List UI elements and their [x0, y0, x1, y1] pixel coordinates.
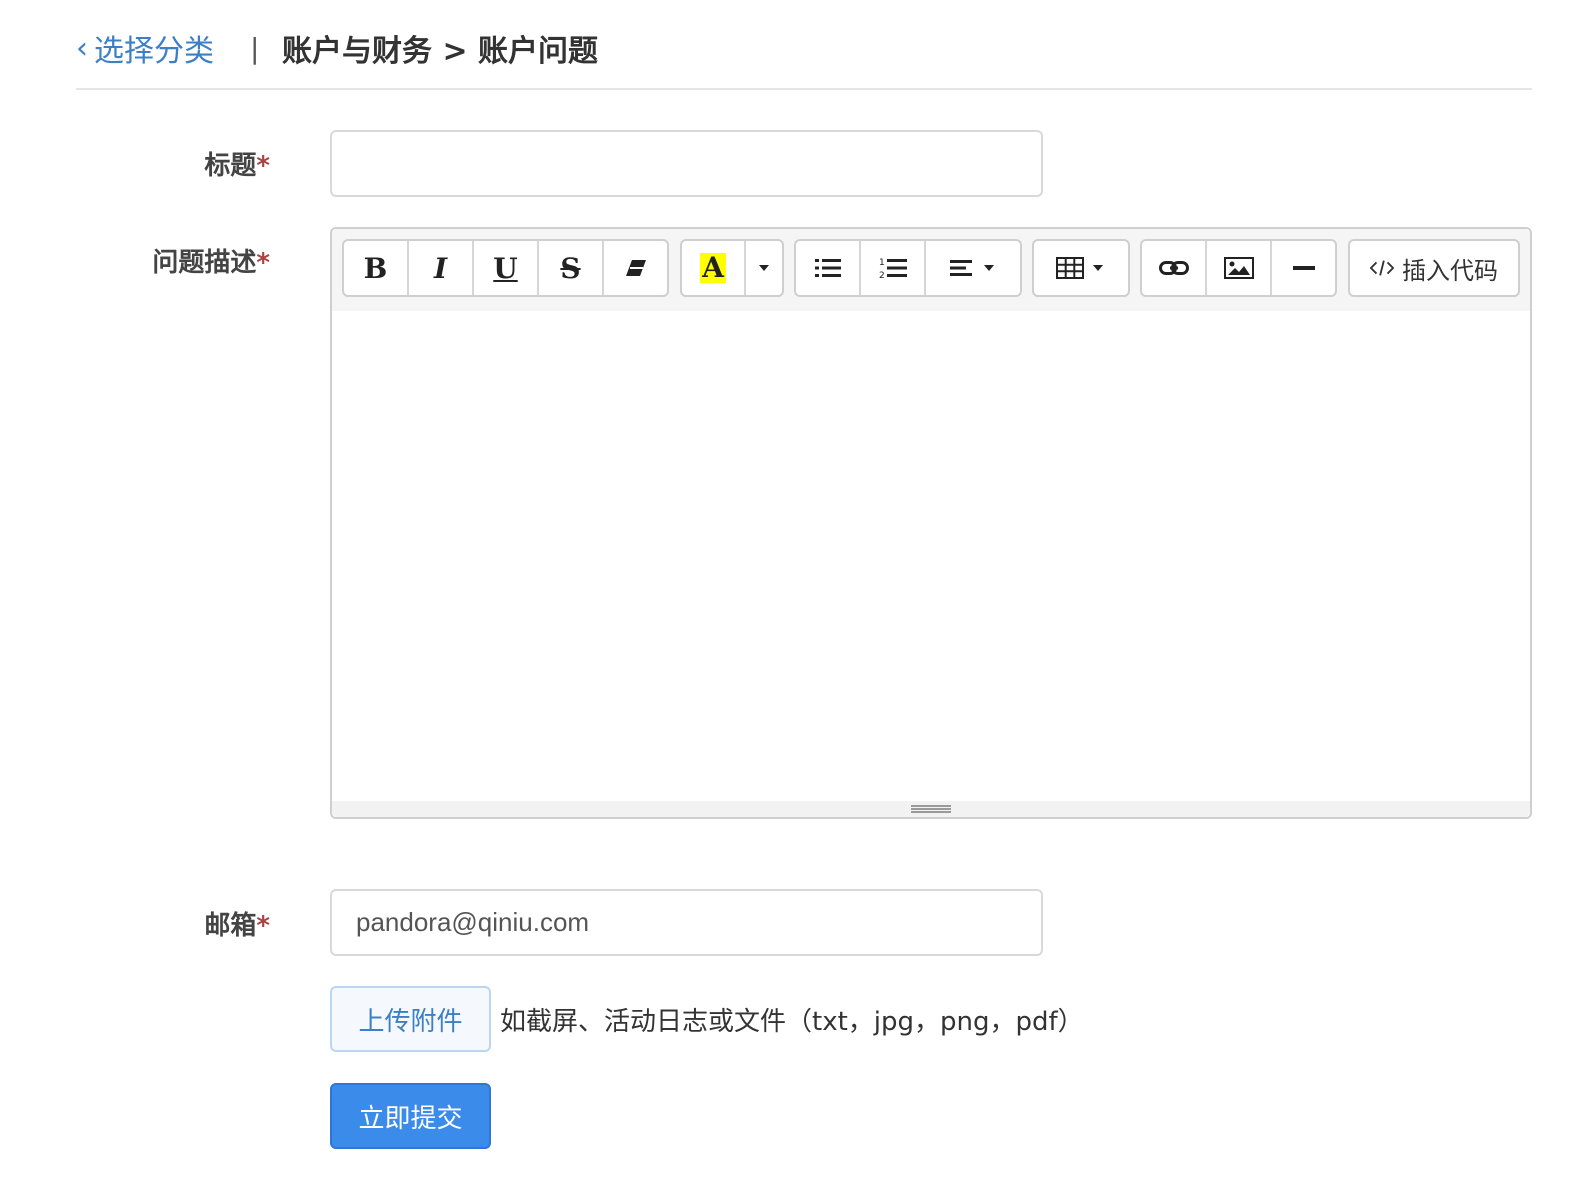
underline-button[interactable]: U	[474, 241, 539, 295]
svg-text:2: 2	[879, 271, 885, 280]
upload-hint-text: 如截屏、活动日志或文件（txt，jpg，png，pdf）	[500, 1006, 1084, 1037]
resize-grip-icon	[911, 805, 951, 813]
bold-button[interactable]: B	[344, 241, 409, 295]
numbered-list-button[interactable]: 1 2	[861, 241, 926, 295]
ordered-list-icon: 1 2	[879, 258, 907, 280]
table-icon	[1056, 257, 1103, 279]
insert-code-button[interactable]: 插入代码	[1350, 241, 1518, 295]
image-icon	[1223, 257, 1254, 279]
link-icon	[1158, 261, 1189, 275]
table-button-group	[1032, 239, 1130, 297]
color-dropdown-button[interactable]	[746, 241, 782, 295]
required-mark: *	[256, 911, 270, 941]
upload-attachment-button[interactable]: 上传附件	[330, 986, 491, 1052]
unordered-list-icon	[814, 259, 841, 277]
italic-icon: I	[433, 251, 448, 285]
description-label: 问题描述*	[70, 242, 270, 279]
bold-icon: B	[363, 251, 388, 285]
title-input[interactable]	[330, 130, 1043, 197]
breadcrumb: 账户与财务 > 账户问题	[282, 34, 599, 69]
caret-down-icon	[759, 265, 769, 271]
align-button[interactable]	[926, 241, 1020, 295]
header-divider	[76, 88, 1532, 90]
align-left-icon	[950, 260, 994, 276]
strikethrough-icon: S	[560, 251, 581, 285]
email-label: 邮箱*	[70, 905, 270, 942]
strikethrough-button[interactable]: S	[539, 241, 604, 295]
chevron-left-icon: ‹	[76, 30, 88, 66]
color-button-group: A	[680, 239, 784, 297]
highlight-color-button[interactable]: A	[682, 241, 746, 295]
back-to-category-link[interactable]: ‹ 选择分类	[76, 26, 214, 70]
eraser-icon	[625, 260, 646, 276]
editor-content-area[interactable]	[332, 311, 1530, 801]
underline-icon: U	[493, 251, 518, 285]
insert-code-label: 插入代码	[1402, 256, 1498, 285]
minus-icon	[1292, 266, 1315, 270]
submit-button[interactable]: 立即提交	[330, 1083, 491, 1149]
title-label: 标题*	[70, 145, 270, 182]
email-input[interactable]	[330, 889, 1043, 956]
insert-button-group	[1140, 239, 1337, 297]
description-label-text: 问题描述	[152, 248, 257, 278]
image-button[interactable]	[1207, 241, 1272, 295]
code-button-group: 插入代码	[1348, 239, 1520, 297]
email-label-text: 邮箱	[204, 911, 257, 941]
required-mark: *	[256, 248, 270, 278]
rich-text-editor: B I U S A 1 2 插入代码	[330, 227, 1532, 819]
code-icon	[1370, 260, 1394, 276]
editor-toolbar: B I U S A 1 2 插入代码	[332, 229, 1530, 313]
title-label-text: 标题	[204, 151, 257, 181]
breadcrumb-separator: |	[250, 31, 260, 65]
svg-text:1: 1	[879, 258, 885, 268]
editor-resize-handle[interactable]	[332, 801, 1530, 817]
italic-button[interactable]: I	[409, 241, 474, 295]
link-button[interactable]	[1142, 241, 1207, 295]
table-button[interactable]	[1034, 241, 1128, 295]
paragraph-button-group: 1 2	[794, 239, 1022, 297]
clear-format-button[interactable]	[604, 241, 667, 295]
back-link-label: 选择分类	[94, 34, 214, 69]
horizontal-rule-button[interactable]	[1272, 241, 1335, 295]
highlight-icon: A	[700, 251, 726, 284]
bullet-list-button[interactable]	[796, 241, 861, 295]
required-mark: *	[256, 151, 270, 181]
format-button-group: B I U S	[342, 239, 669, 297]
